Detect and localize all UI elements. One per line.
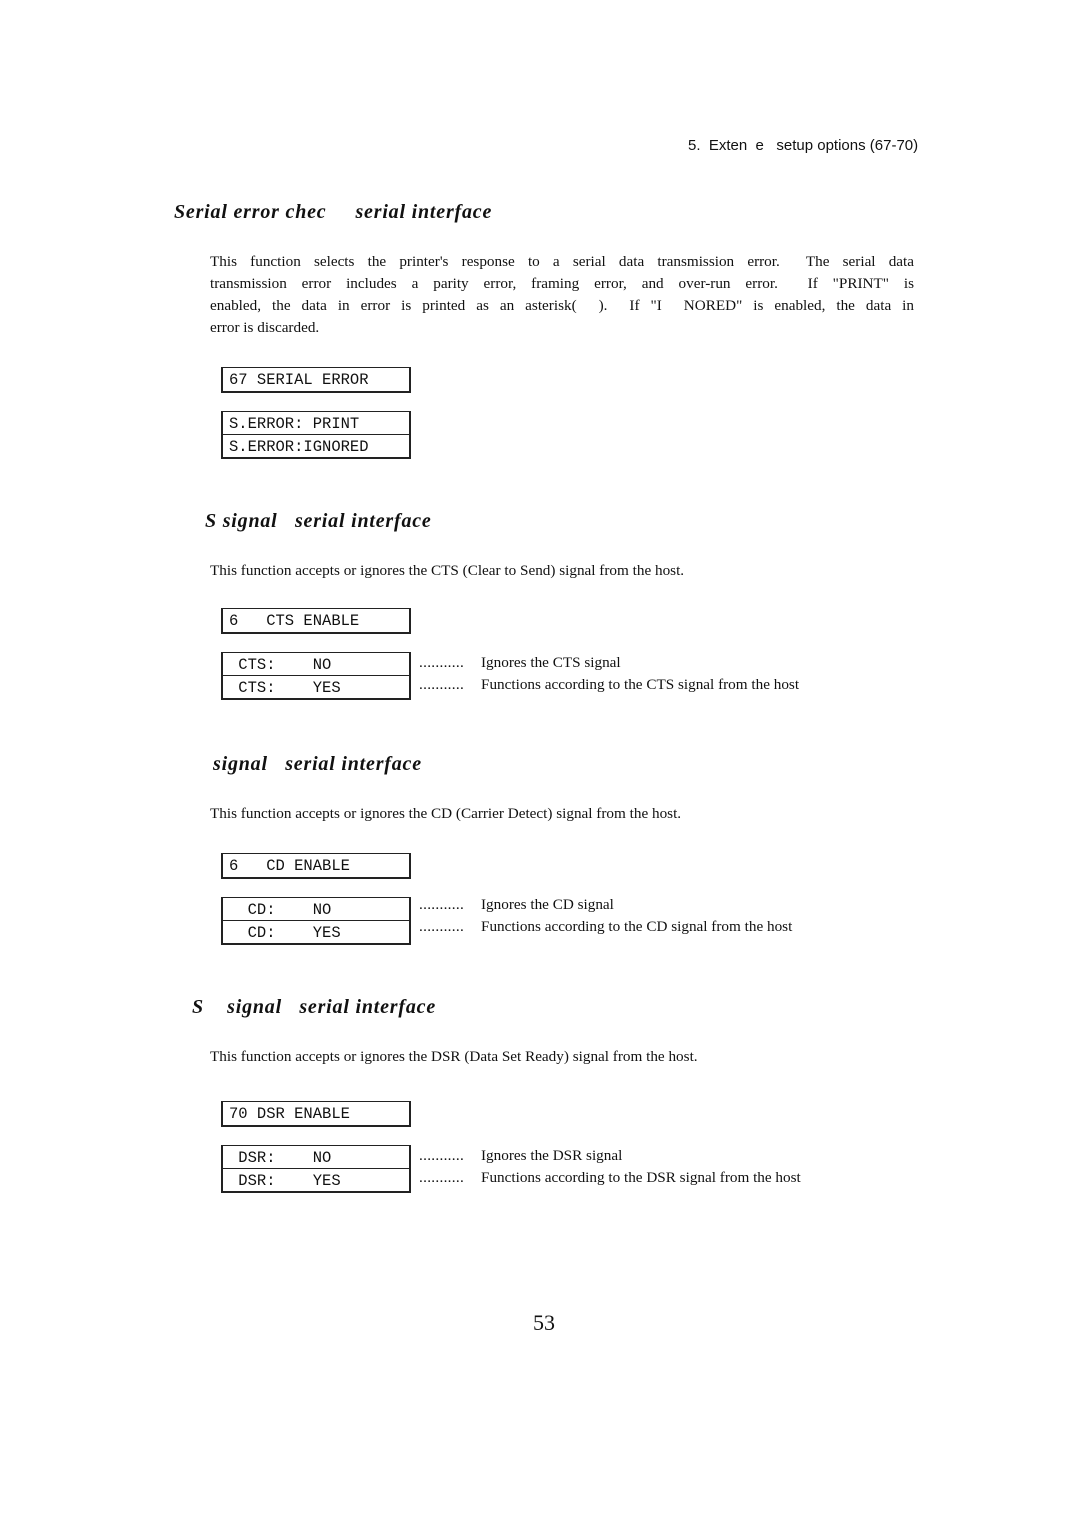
option-description: ........... Functions according to the CT…: [419, 674, 799, 696]
paragraph-line: transmission error includes a parity err…: [210, 275, 914, 292]
paragraph-line: This function accepts or ignores the DSR…: [210, 1048, 698, 1065]
option-display: S.ERROR:IGNORED: [223, 434, 409, 457]
option-description: ........... Functions according to the DS…: [419, 1167, 801, 1189]
option-description: ........... Functions according to the CD…: [419, 916, 792, 938]
description-text: Ignores the DSR signal: [481, 1147, 623, 1164]
description-text: Functions according to the CD signal fro…: [481, 918, 793, 935]
section-heading-cd: signal serial interface: [213, 753, 422, 775]
section-heading-dsr: S signal serial interface: [192, 996, 437, 1018]
section-paragraph-cd: This function accepts or ignores the CD …: [210, 803, 914, 825]
section-heading-cts: S signal serial interface: [205, 510, 432, 532]
paragraph-line: This function accepts or ignores the CTS…: [210, 562, 685, 579]
leader-dots: ...........: [419, 1169, 465, 1186]
option-display: CD: NO: [229, 901, 332, 919]
option-display: CTS: NO: [229, 656, 332, 674]
running-header: 5. Exten e setup options (67-70): [688, 137, 919, 154]
menu-title-box-dsr: 70 DSR ENABLE: [221, 1101, 411, 1127]
section-paragraph-serial-error: This function selects the printer's resp…: [210, 251, 914, 339]
option-display: CD: YES: [223, 920, 409, 943]
option-display: CTS: YES: [223, 675, 409, 698]
leader-dots: ...........: [419, 676, 465, 693]
menu-title: 70 DSR ENABLE: [229, 1105, 350, 1123]
menu-title: 6 CTS ENABLE: [229, 612, 360, 630]
menu-title-box-cts: 6 CTS ENABLE: [221, 608, 411, 634]
description-text: Functions according to the CTS signal fr…: [481, 676, 800, 693]
description-text: Ignores the CD signal: [481, 896, 614, 913]
section-paragraph-dsr: This function accepts or ignores the DSR…: [210, 1046, 914, 1068]
option-display: DSR: NO: [229, 1149, 332, 1167]
paragraph-line: error is discarded.: [210, 319, 320, 336]
menu-title-box-serial-error: 67 SERIAL ERROR: [221, 367, 411, 393]
page-number: 53: [533, 1310, 555, 1335]
leader-dots: ...........: [419, 918, 465, 935]
menu-title-box-cd: 6 CD ENABLE: [221, 853, 411, 879]
option-description: ........... Ignores the DSR signal: [419, 1145, 622, 1167]
description-text: Functions according to the DSR signal fr…: [481, 1169, 801, 1186]
menu-title: 6 CD ENABLE: [229, 857, 350, 875]
leader-dots: ...........: [419, 654, 465, 671]
leader-dots: ...........: [419, 1147, 465, 1164]
options-box-cts: CTS: NO CTS: YES: [221, 652, 411, 700]
section-heading-serial-error: Serial error chec serial interface: [174, 201, 493, 223]
options-box-cd: CD: NO CD: YES: [221, 897, 411, 945]
paragraph-line: enabled, the data in error is printed as…: [210, 297, 914, 314]
options-box-dsr: DSR: NO DSR: YES: [221, 1145, 411, 1193]
options-box-serial-error: S.ERROR: PRINT S.ERROR:IGNORED: [221, 411, 411, 459]
option-description: ........... Ignores the CD signal: [419, 894, 614, 916]
paragraph-line: This function accepts or ignores the CD …: [210, 805, 682, 822]
description-text: Ignores the CTS signal: [481, 654, 621, 671]
paragraph-line: This function selects the printer's resp…: [210, 253, 914, 270]
option-display: S.ERROR: PRINT: [229, 415, 360, 433]
option-display: DSR: YES: [223, 1168, 409, 1191]
menu-title: 67 SERIAL ERROR: [229, 371, 369, 389]
section-paragraph-cts: This function accepts or ignores the CTS…: [210, 560, 914, 582]
leader-dots: ...........: [419, 896, 465, 913]
option-description: ........... Ignores the CTS signal: [419, 652, 621, 674]
